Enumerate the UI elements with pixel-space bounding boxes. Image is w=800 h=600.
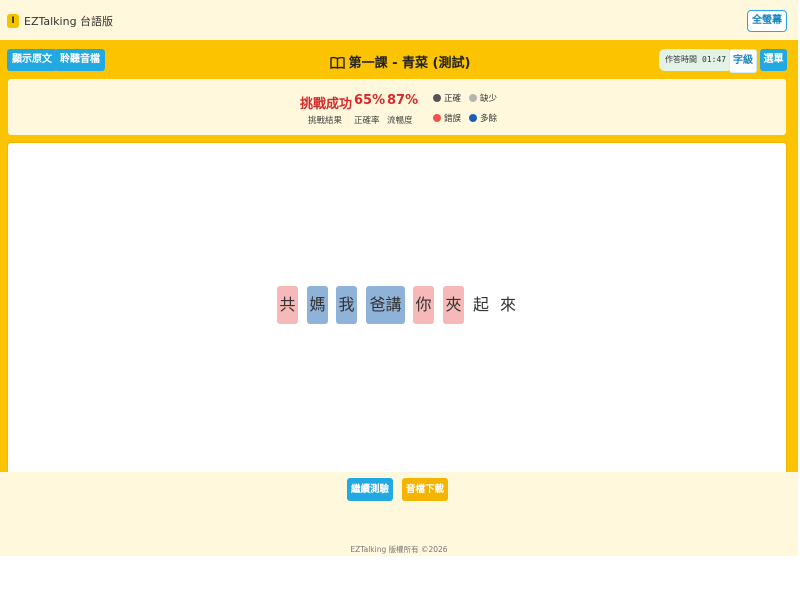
legend-missing-label: 缺少 [480,94,498,104]
menu-button[interactable]: 選單 [760,49,787,71]
answer-timer: 作答時間 01:47 [659,49,733,71]
app-header: I EZTalking 台語版 全螢幕 [0,0,798,41]
legend-error-label: 錯誤 [444,114,462,124]
word-token: 你 [413,286,434,324]
legend-missing: 缺少 [469,92,497,104]
lesson-title-text: 第一課 - 青菜 (測試) [348,56,471,71]
legend-error: 錯誤 [433,112,461,124]
timer-value: 01:47 [702,55,727,64]
outcome-value: 挑戰成功 [300,97,353,112]
word-token: 共 [277,286,298,324]
fluency-value: 87% [387,93,419,108]
continue-test-button[interactable]: 繼續測驗 [347,478,394,501]
word-token: 爸講 [366,286,405,324]
font-size-button[interactable]: 字級 [729,49,757,73]
word-token: 起 [472,295,489,314]
download-audio-button[interactable]: 音檔下載 [402,478,449,501]
word-token: 來 [499,295,516,314]
extra-dot-icon [469,114,477,122]
correct-dot-icon [433,94,441,102]
word-token: 夾 [443,286,464,324]
app-logo-icon: I [7,14,19,28]
word-token: 媽 [307,286,328,324]
legend-correct-label: 正確 [444,94,462,104]
book-icon [329,56,345,73]
word-token: 我 [336,286,357,324]
copyright-text: EZTalking 版權所有 ©2026 [350,545,448,554]
accuracy-label: 正確率 [354,116,380,126]
error-dot-icon [433,114,441,122]
legend-extra-label: 多餘 [480,114,498,124]
missing-dot-icon [469,94,477,102]
accuracy-value: 65% [354,93,386,108]
legend-extra: 多餘 [469,112,497,124]
timer-label: 作答時間 [665,55,697,64]
app-title: EZTalking 台語版 [24,15,114,28]
fluency-label: 流暢度 [387,116,413,126]
outcome-label: 挑戰結果 [308,116,343,126]
legend-correct: 正確 [433,92,461,104]
fullscreen-button[interactable]: 全螢幕 [747,10,787,32]
